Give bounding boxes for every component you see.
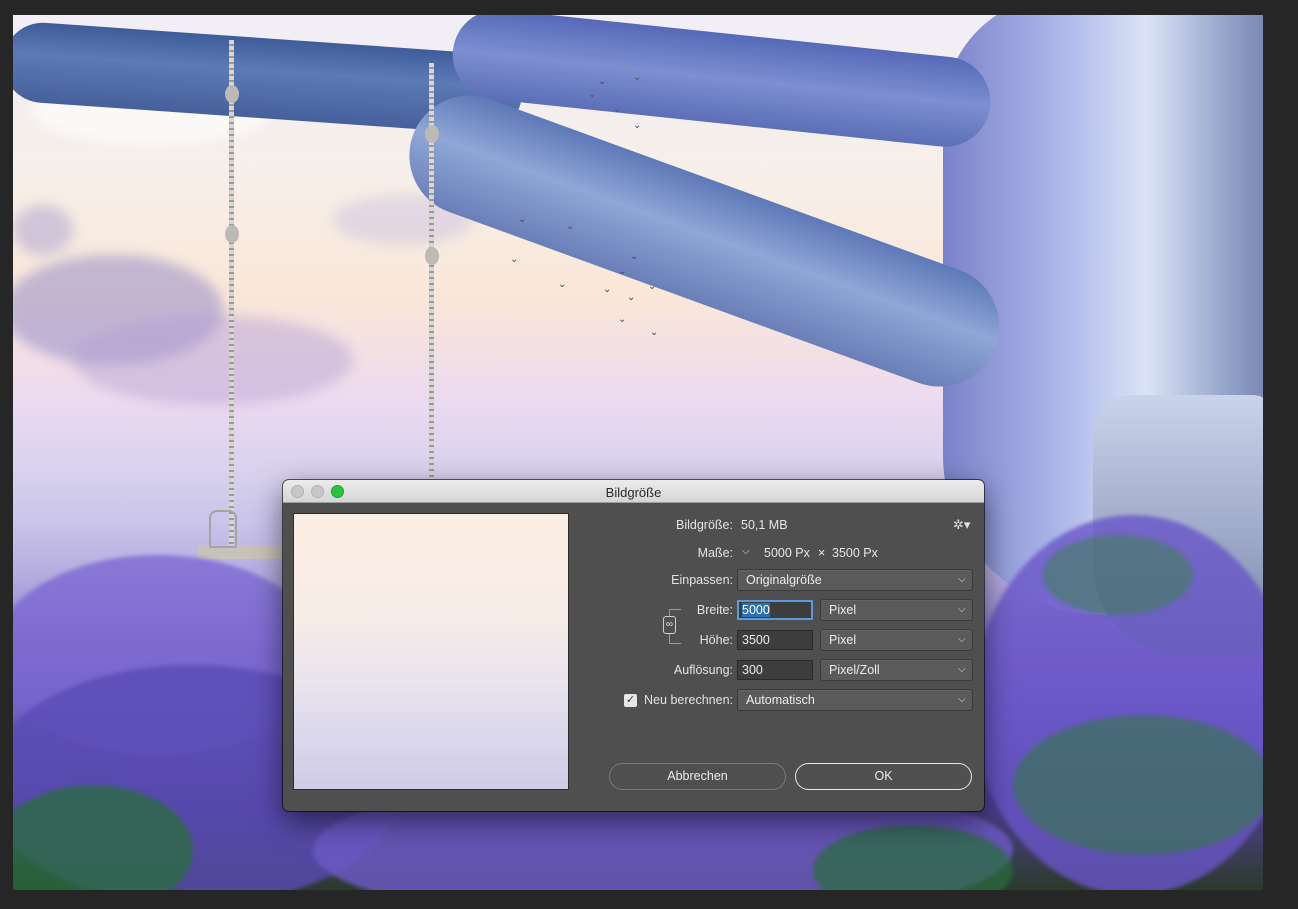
- height-label: Höhe:: [699, 633, 733, 647]
- bird: ⌄: [613, 104, 622, 115]
- resolution-value: 300: [742, 663, 763, 677]
- dimensions-width: 5000 Px: [764, 546, 810, 560]
- dialog-titlebar[interactable]: Bildgröße: [283, 480, 984, 503]
- bird: ⌄: [598, 76, 607, 87]
- image-size-label: Bildgröße:: [676, 518, 733, 532]
- chevron-down-icon: ⌵: [958, 604, 966, 615]
- chevron-down-icon[interactable]: ⌵: [742, 546, 750, 557]
- bird: ⌄: [558, 279, 567, 290]
- chevron-down-icon: ⌵: [958, 664, 966, 675]
- resolution-unit-value: Pixel/Zoll: [829, 663, 880, 677]
- dimensions-times: ×: [818, 546, 826, 560]
- fit-to-label: Einpassen:: [671, 573, 733, 587]
- height-input[interactable]: 3500: [737, 630, 813, 650]
- rope-knot: [425, 247, 439, 265]
- resample-select[interactable]: Automatisch ⌵: [737, 689, 973, 711]
- width-input[interactable]: 5000: [737, 600, 813, 620]
- bird: ⌄: [618, 314, 627, 325]
- fit-to-value: Originalgröße: [746, 573, 822, 587]
- resample-label[interactable]: Neu berechnen:: [641, 693, 733, 707]
- bird: ⌄: [510, 254, 519, 265]
- chevron-down-icon: ⌵: [958, 694, 966, 705]
- chevron-down-icon: ⌵: [958, 574, 966, 585]
- dimensions-label: Maße:: [697, 546, 733, 560]
- bird: ⌄: [633, 120, 642, 131]
- ok-button[interactable]: OK: [795, 763, 972, 790]
- image-preview[interactable]: [293, 513, 569, 790]
- cancel-button[interactable]: Abbrechen: [609, 763, 786, 790]
- resolution-label: Auflösung:: [673, 663, 733, 677]
- image-size-value: 50,1 MB: [741, 518, 788, 532]
- gear-icon[interactable]: ✲▾: [953, 517, 970, 533]
- resample-checkbox[interactable]: ✓: [624, 694, 637, 707]
- cloud: [73, 315, 353, 405]
- dialog-title: Bildgröße: [605, 485, 662, 500]
- bird: ⌄: [566, 221, 575, 232]
- height-value: 3500: [742, 633, 770, 647]
- bird: ⌄: [633, 72, 642, 83]
- width-label: Breite:: [696, 603, 733, 617]
- resolution-input[interactable]: 300: [737, 660, 813, 680]
- image-size-dialog: Bildgröße Bildgröße: 50,1 MB ✲▾ Maße: ⌵ …: [283, 480, 984, 811]
- cloud: [13, 205, 73, 255]
- bird: ⌄: [627, 292, 636, 303]
- chevron-down-icon: ⌵: [958, 634, 966, 645]
- resolution-unit-select[interactable]: Pixel/Zoll ⌵: [820, 659, 973, 681]
- resample-value: Automatisch: [746, 693, 815, 707]
- checkmark-icon: ✓: [625, 694, 636, 706]
- fern: [1043, 535, 1193, 615]
- rope-knot: [225, 85, 239, 103]
- width-unit-select[interactable]: Pixel ⌵: [820, 599, 973, 621]
- rope-knot: [425, 125, 439, 143]
- bird: ⌄: [648, 281, 657, 292]
- bird: ⌄: [630, 251, 639, 262]
- rope-knot: [225, 225, 239, 243]
- bird: ⌄: [588, 89, 597, 100]
- swing-rope-left: [229, 40, 234, 545]
- bird: ⌄: [618, 266, 627, 277]
- bird: ⌄: [650, 327, 659, 338]
- dimensions-height: 3500 Px: [832, 546, 878, 560]
- bird: ⌄: [603, 284, 612, 295]
- link-icon[interactable]: ∞: [663, 616, 676, 634]
- width-value: 5000: [742, 603, 770, 617]
- fern: [1013, 715, 1263, 855]
- swing-chain: [209, 510, 237, 548]
- bird: ⌄: [518, 214, 527, 225]
- fit-to-select[interactable]: Originalgröße ⌵: [737, 569, 973, 591]
- height-unit-value: Pixel: [829, 633, 857, 647]
- height-unit-select[interactable]: Pixel ⌵: [820, 629, 973, 651]
- width-unit-value: Pixel: [829, 603, 857, 617]
